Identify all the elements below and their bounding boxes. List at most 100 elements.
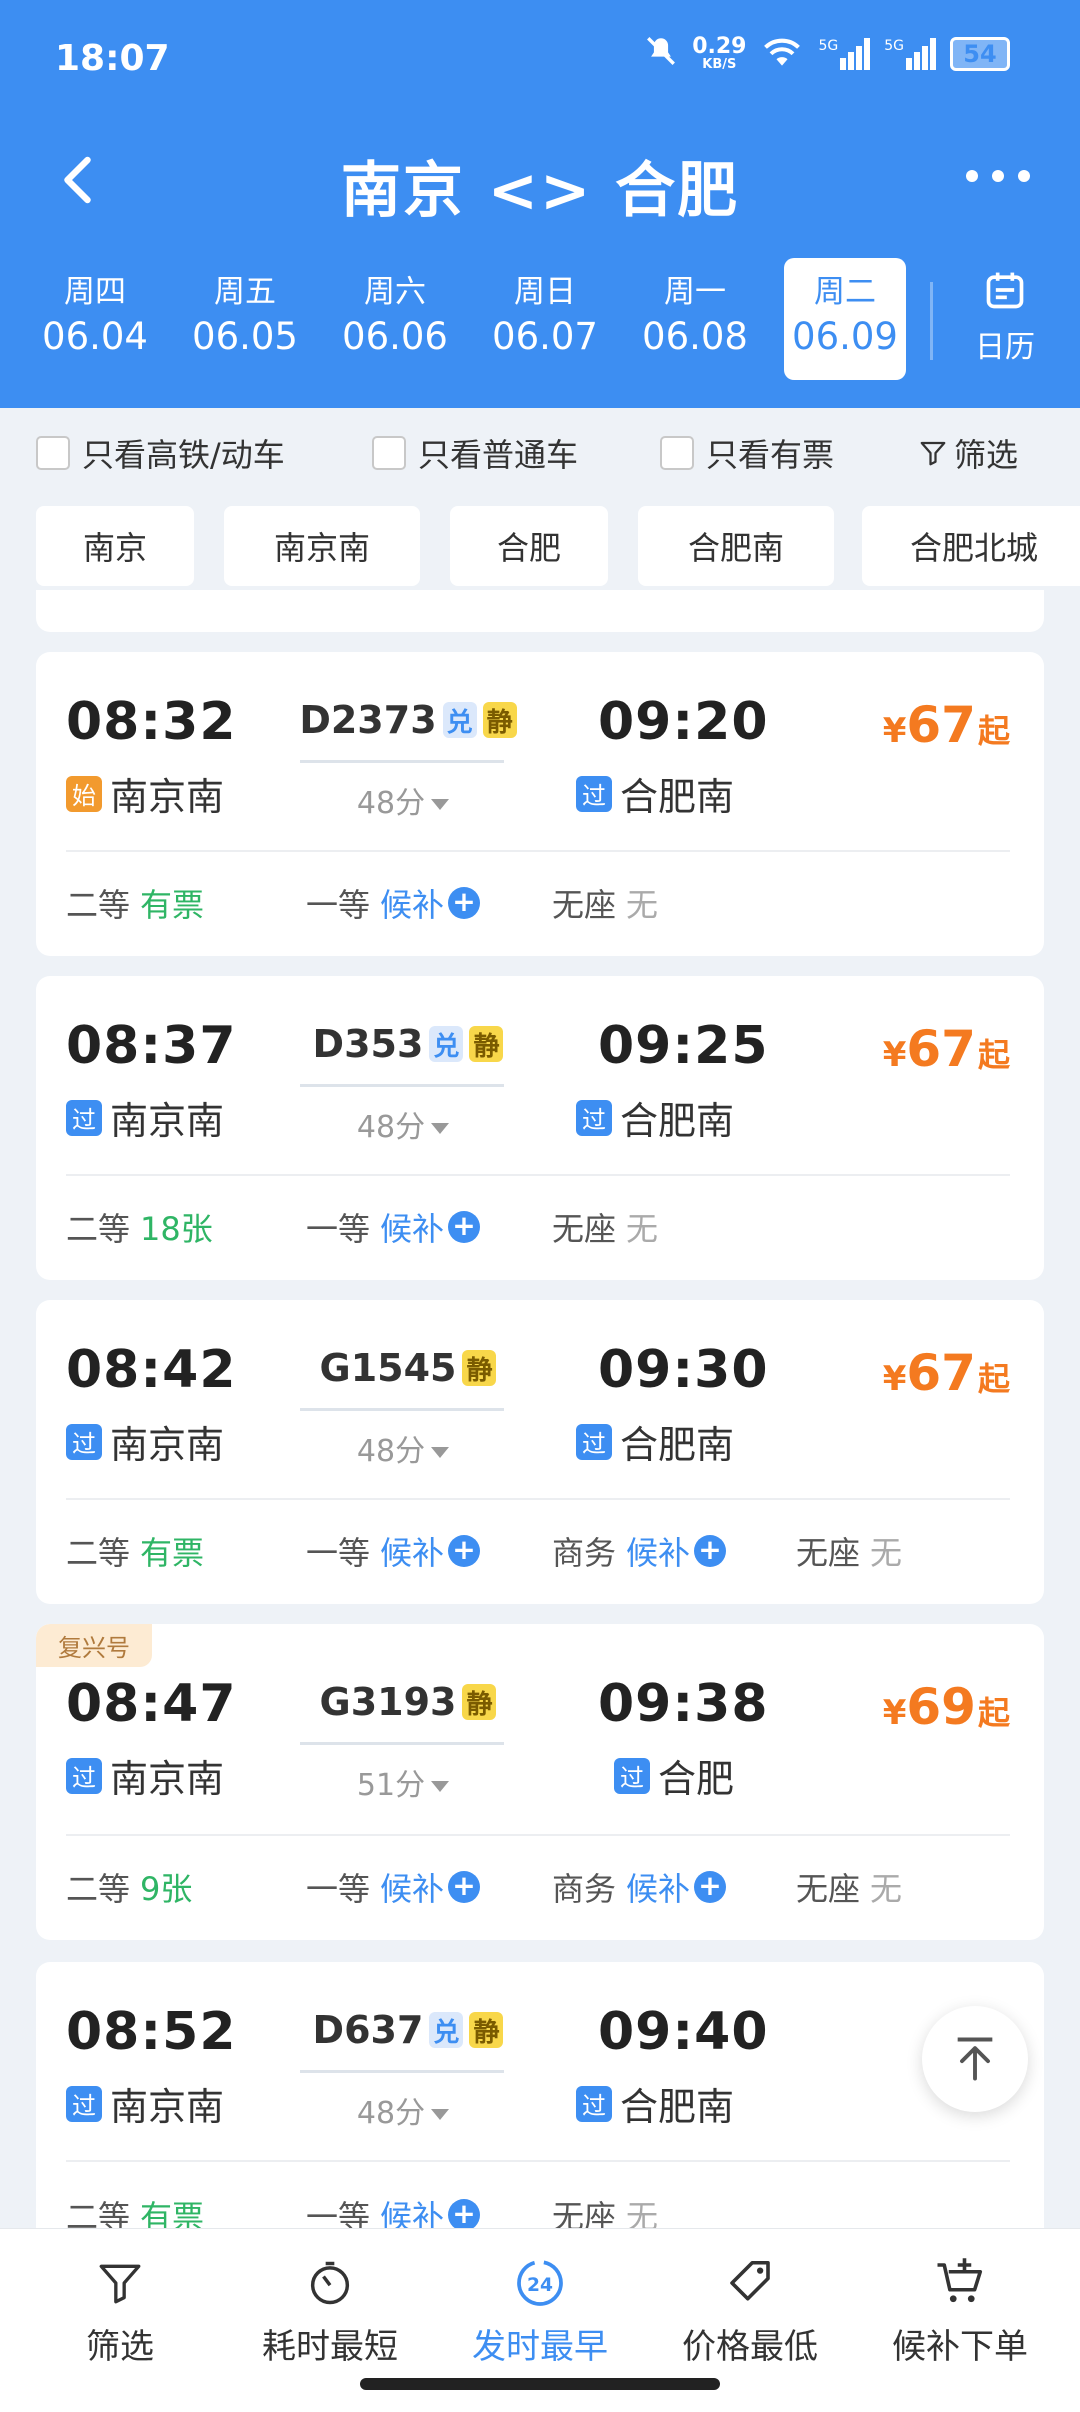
date-tab-selected[interactable]: 周二 06.09: [784, 258, 906, 380]
train-number: D637 兑静: [298, 2008, 518, 2052]
station-name: 南京南: [110, 2085, 225, 2129]
triangle-down-icon: [431, 1781, 450, 1792]
bottom-label: 价格最低: [682, 2327, 818, 2367]
seat-no-seat: 无座无: [796, 1870, 903, 1908]
date-row: 周四 06.04 周五 06.05 周六 06.06 周日 06.07 周一 0…: [0, 258, 1080, 382]
seat-first-class[interactable]: 一等 候补 +: [306, 2192, 481, 2228]
date-weekday: 周四: [64, 274, 126, 310]
date-tab[interactable]: 周日 06.07: [484, 258, 606, 380]
duration[interactable]: 51分: [298, 1760, 508, 1804]
checkbox-icon: [372, 436, 406, 470]
duration-line: [300, 2070, 504, 2073]
date-tab[interactable]: 周六 06.06: [334, 258, 456, 380]
home-indicator[interactable]: [360, 2378, 720, 2390]
train-card[interactable]: 08:37 过南京南 D353 兑静 48分 09:25 过合肥南 ¥67 起 二等…: [36, 976, 1044, 1280]
date-tab[interactable]: 周四 06.04: [34, 258, 156, 380]
departure-time: 08:42: [66, 1340, 237, 1400]
departure-station: 始南京南: [66, 766, 224, 821]
station-name: 合肥南: [620, 775, 735, 819]
seat-first-class[interactable]: 一等 候补 +: [306, 1864, 481, 1910]
seat-business-class[interactable]: 商务 候补 +: [552, 1864, 727, 1910]
exchange-badge: 兑: [429, 2012, 464, 2048]
arrow-up-icon: [957, 2037, 993, 2081]
plus-icon: +: [448, 2199, 481, 2228]
seat-business-class[interactable]: 商务 候补 +: [552, 1528, 727, 1574]
bottom-label: 候补下单: [892, 2327, 1028, 2367]
duration[interactable]: 48分: [298, 778, 508, 822]
duration[interactable]: 48分: [298, 2088, 508, 2132]
train-card[interactable]: 08:52 过南京南 D637兑静 48分 09:40 过合肥南 ¥6 二等有票…: [36, 1962, 1044, 2228]
filter-label: 只看有票: [706, 436, 835, 474]
filter-youpiao-checkbox[interactable]: 只看有票: [660, 430, 834, 476]
date-value: 06.06: [342, 315, 448, 358]
exchange-badge: 兑: [429, 1026, 464, 1062]
filter-gaotie-checkbox[interactable]: 只看高铁/动车: [36, 430, 285, 476]
fuxing-tag: 复兴号: [36, 1624, 152, 1667]
train-card[interactable]: 08:32 始南京南 D2373 兑静 48分 09:20 过合肥南 ¥67 起 二…: [36, 652, 1044, 956]
seat-no-seat: 无座无: [552, 886, 659, 924]
header: 18:07 0.29 KB/S 5G 5G 54 南京 <> 合肥 周四 06.…: [0, 0, 1080, 408]
passing-tag: 过: [66, 2085, 102, 2122]
duration[interactable]: 48分: [298, 1102, 508, 1146]
screen-button[interactable]: 筛选: [918, 430, 1018, 476]
station-chip[interactable]: 合肥北城: [862, 506, 1080, 586]
station-chip[interactable]: 南京: [36, 506, 194, 586]
train-card[interactable]: 08:42 过南京南 G1545 静 48分 09:30 过合肥南 ¥67 起 二等…: [36, 1300, 1044, 1604]
exchange-badge: 兑: [442, 702, 477, 738]
date-tab[interactable]: 周一 06.08: [634, 258, 756, 380]
seat-first-class[interactable]: 一等 候补 +: [306, 880, 481, 926]
triangle-down-icon: [431, 2109, 450, 2120]
departure-time: 08:32: [66, 692, 237, 752]
train-number: D2373 兑静: [298, 698, 518, 742]
station-chip[interactable]: 合肥: [450, 506, 608, 586]
sort-cheapest-button[interactable]: 价格最低: [650, 2247, 850, 2368]
filter-putong-checkbox[interactable]: 只看普通车: [372, 430, 578, 476]
plus-icon: +: [448, 887, 481, 919]
page-title: 南京 <> 合肥: [340, 156, 740, 226]
quiet-badge: 静: [462, 1684, 497, 1720]
battery-icon: 54: [950, 37, 1010, 71]
mute-icon: [644, 34, 678, 74]
title-row: 南京 <> 合肥: [0, 130, 1080, 230]
train-card[interactable]: 复兴号 08:47 过南京南 G3193 静 51分 09:38 过合肥 ¥69 起…: [36, 1624, 1044, 1940]
waitlist-order-button[interactable]: 候补下单: [860, 2247, 1060, 2368]
scroll-to-top-button[interactable]: [922, 2006, 1028, 2112]
bottom-label: 耗时最短: [262, 2327, 398, 2367]
arrival-time: 09:20: [598, 692, 769, 752]
plus-icon: +: [694, 1535, 727, 1567]
sort-shortest-button[interactable]: 耗时最短: [230, 2247, 430, 2368]
seat-second-class: 二等 有票: [66, 886, 205, 924]
station-name: 南京南: [110, 1423, 225, 1467]
seat-row: 二等 9张 一等 候补 + 商务 候补 + 无座无: [66, 1864, 1026, 1912]
price: ¥67 起: [882, 696, 1010, 754]
seat-first-class[interactable]: 一等 候补 +: [306, 1528, 481, 1574]
passing-tag: 过: [576, 1099, 612, 1136]
arrival-station: 过合肥南: [576, 1090, 734, 1145]
station-filter-row: 南京 南京南 合肥 合肥南 合肥北城: [0, 502, 1080, 586]
seat-first-class[interactable]: 一等 候补 +: [306, 1204, 481, 1250]
status-icons: 0.29 KB/S 5G 5G 54: [644, 34, 1010, 74]
plus-icon: +: [448, 1211, 481, 1243]
train-code: G3193: [319, 1680, 457, 1724]
quiet-badge: 静: [469, 1026, 504, 1062]
divider: [66, 1174, 1010, 1176]
plus-icon: +: [448, 1871, 481, 1903]
station-name: 南京南: [110, 1099, 225, 1143]
station-chip[interactable]: 南京南: [224, 506, 420, 586]
date-tab[interactable]: 周五 06.05: [184, 258, 306, 380]
seat-second-class: 二等 9张: [66, 1870, 193, 1908]
sort-earliest-button[interactable]: 24 发时最早: [440, 2247, 640, 2368]
seat-second-class: 二等 有票: [66, 1534, 205, 1572]
divider: [66, 1498, 1010, 1500]
arrival-time: 09:25: [598, 1016, 769, 1076]
passing-tag: 过: [576, 1423, 612, 1460]
duration-line: [300, 760, 504, 763]
duration[interactable]: 48分: [298, 1426, 508, 1470]
station-chip[interactable]: 合肥南: [638, 506, 834, 586]
clock-24-icon: 24: [517, 2260, 563, 2306]
station-name: 合肥南: [620, 1099, 735, 1143]
seat-no-seat: 无座无: [796, 1534, 903, 1572]
calendar-button[interactable]: 日历: [960, 268, 1050, 366]
more-button[interactable]: [966, 164, 1030, 188]
bottom-filter-button[interactable]: 筛选: [20, 2247, 220, 2368]
